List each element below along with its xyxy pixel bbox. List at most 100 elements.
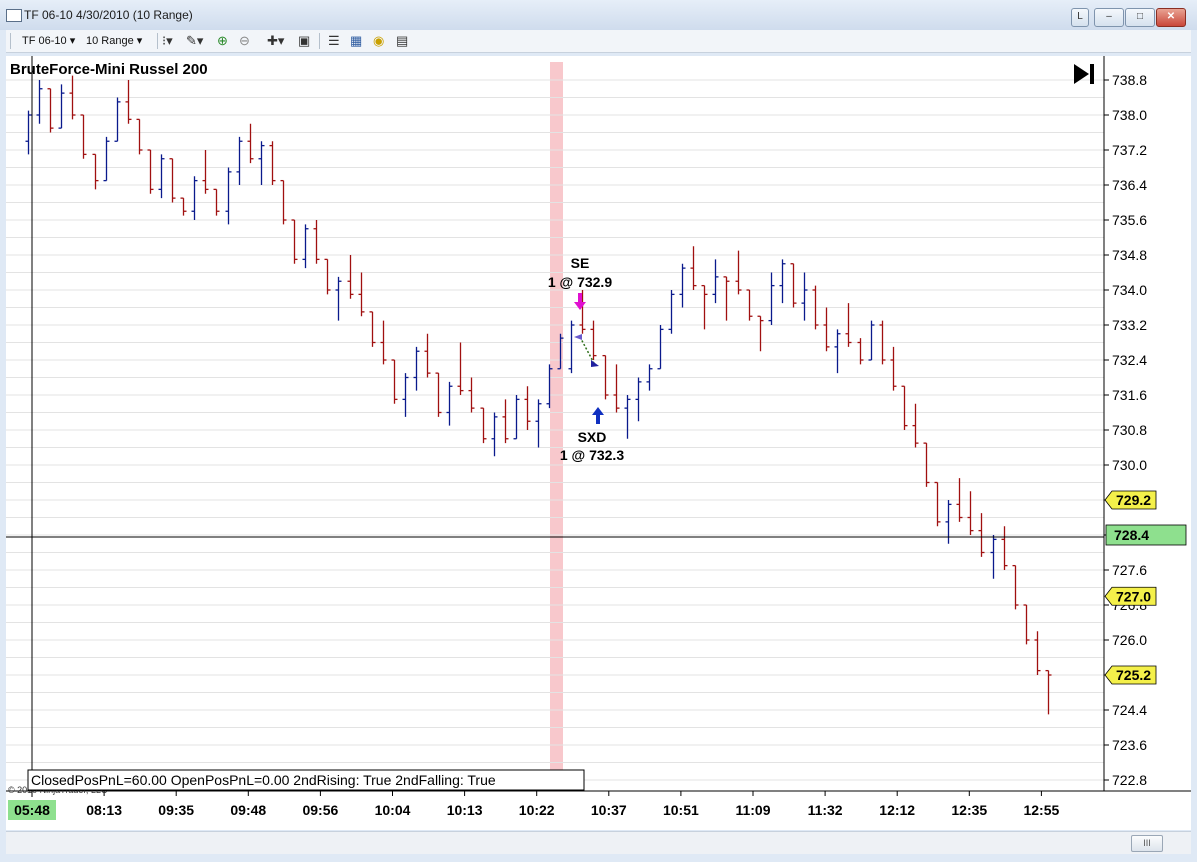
price-bar — [446, 381, 453, 426]
price-bar — [269, 141, 276, 185]
price-bar — [335, 276, 342, 321]
time-tick-label: 08:13 — [86, 802, 122, 818]
price-bar — [690, 246, 697, 290]
price-tick-label: 724.4 — [1112, 702, 1147, 718]
price-tick-label: 735.6 — [1112, 212, 1147, 228]
horizontal-scrollbar[interactable]: III — [6, 831, 1191, 854]
price-bar — [147, 149, 154, 194]
price-bar — [58, 84, 65, 129]
indicators-icon[interactable]: ▦ — [350, 33, 362, 49]
toolbar-separator — [319, 33, 320, 49]
chart-title: BruteForce-Mini Russel 200 — [10, 61, 208, 78]
price-bar — [679, 263, 686, 308]
hide-drawings-icon[interactable]: ☰ — [328, 33, 340, 49]
chart-panel[interactable]: 738.8 738.0 737.2 736.4 735.6 734.8 734.0 733.2… — [6, 56, 1191, 830]
strategies-icon[interactable]: ◉ — [373, 33, 384, 49]
title-bar[interactable]: TF 06-10 4/30/2010 (10 Range) L – □ ✕ — [0, 0, 1197, 30]
link-button[interactable]: L — [1071, 8, 1089, 27]
price-bar — [391, 359, 398, 404]
price-bar — [169, 158, 176, 203]
zoom-out-icon[interactable]: ⊖ — [239, 33, 250, 49]
price-bar — [369, 311, 376, 347]
price-tick-label: 738.0 — [1112, 107, 1147, 123]
price-bar — [590, 320, 597, 360]
time-tick-label: 09:48 — [230, 802, 266, 818]
price-bar — [258, 141, 265, 185]
crosshair-price-tag: 728.4 — [1105, 524, 1187, 546]
price-tag-label: 729.2 — [1116, 492, 1151, 508]
exit-label: SXD — [578, 429, 607, 445]
price-bar — [613, 364, 620, 413]
crosshair-price-label: 728.4 — [1114, 527, 1149, 543]
price-tick-label: 722.8 — [1112, 772, 1147, 788]
drawing-tool-icon[interactable]: ✎▾ — [186, 33, 203, 49]
price-tick-label: 727.6 — [1112, 562, 1147, 578]
price-bar — [668, 290, 675, 334]
price-bar — [136, 118, 143, 155]
price-tick-label: 734.8 — [1112, 247, 1147, 263]
price-bar — [47, 88, 54, 133]
instrument-selector[interactable]: TF 06-10 ▾ — [22, 34, 75, 47]
price-bar — [635, 377, 642, 422]
close-button[interactable]: ✕ — [1156, 8, 1186, 27]
price-bar — [757, 315, 764, 352]
price-tick-label: 723.6 — [1112, 737, 1147, 753]
window-title: TF 06-10 4/30/2010 (10 Range) — [24, 8, 193, 22]
price-bar — [712, 259, 719, 304]
price-bar — [990, 535, 997, 579]
price-tick-label: 732.4 — [1112, 352, 1147, 368]
time-tick-label: 10:22 — [519, 802, 555, 818]
minimize-button[interactable]: – — [1094, 8, 1124, 27]
price-bar — [768, 272, 775, 325]
data-box-icon[interactable]: ▤ — [396, 33, 408, 49]
entry-label: SE — [571, 255, 590, 271]
toolbar-separator — [157, 33, 158, 49]
price-chart[interactable]: 738.8 738.0 737.2 736.4 735.6 734.8 734.0 733.2… — [6, 56, 1191, 830]
price-bar — [967, 491, 974, 535]
price-bar — [834, 329, 841, 374]
price-bar — [934, 481, 941, 527]
price-bar — [236, 136, 243, 185]
price-bar — [890, 346, 897, 391]
scrollbar-thumb[interactable]: III — [1131, 835, 1163, 852]
time-tick-label: 10:37 — [591, 802, 627, 818]
properties-icon[interactable]: ▣ — [298, 33, 310, 49]
status-text: ClosedPosPnL=60.00 OpenPosPnL=0.00 2ndRi… — [31, 772, 496, 788]
chevron-down-icon: ▾ — [136, 35, 143, 47]
maximize-button[interactable]: □ — [1125, 8, 1155, 27]
time-tick-label: 10:51 — [663, 802, 699, 818]
price-tags: 729.2 727.0 725.2 728.4 — [1104, 490, 1187, 685]
period-selector[interactable]: 10 Range ▾ — [86, 34, 142, 47]
period-label: 10 Range — [86, 35, 134, 47]
price-tick-label: 736.4 — [1112, 177, 1147, 193]
price-bar — [358, 272, 365, 317]
price-bar — [480, 407, 487, 444]
time-tick-label: 09:35 — [158, 802, 194, 818]
price-bar — [424, 333, 431, 378]
toolbar-grip — [10, 33, 11, 49]
price-bar — [347, 255, 354, 299]
exit-marker-icon — [591, 360, 599, 367]
crosshair-icon[interactable]: ✚▾ — [267, 33, 284, 49]
chart-window: TF 06-10 4/30/2010 (10 Range) L – □ ✕ TF… — [0, 0, 1197, 862]
price-bar — [912, 403, 919, 448]
time-tick-label: 12:12 — [879, 802, 915, 818]
time-tick-label: 05:48 — [14, 802, 50, 818]
price-tag-label: 727.0 — [1116, 588, 1151, 604]
price-bar — [324, 258, 331, 295]
go-to-end-icon[interactable] — [1074, 64, 1094, 84]
price-bar — [1034, 631, 1041, 675]
price-tag-label: 725.2 — [1116, 667, 1151, 683]
price-tick-label: 734.0 — [1112, 282, 1147, 298]
bar-type-icon[interactable]: ⁝▾ — [162, 33, 173, 49]
price-bar — [191, 176, 198, 220]
price-bar — [1023, 604, 1030, 645]
price-bar — [92, 153, 99, 190]
price-bar — [114, 97, 121, 142]
price-bar — [901, 385, 908, 430]
price-bar — [779, 259, 786, 304]
entry-marker-icon — [574, 334, 582, 340]
price-bar — [723, 276, 730, 321]
exit-fill: 1 @ 732.3 — [560, 447, 624, 463]
zoom-in-icon[interactable]: ⊕ — [217, 33, 228, 49]
